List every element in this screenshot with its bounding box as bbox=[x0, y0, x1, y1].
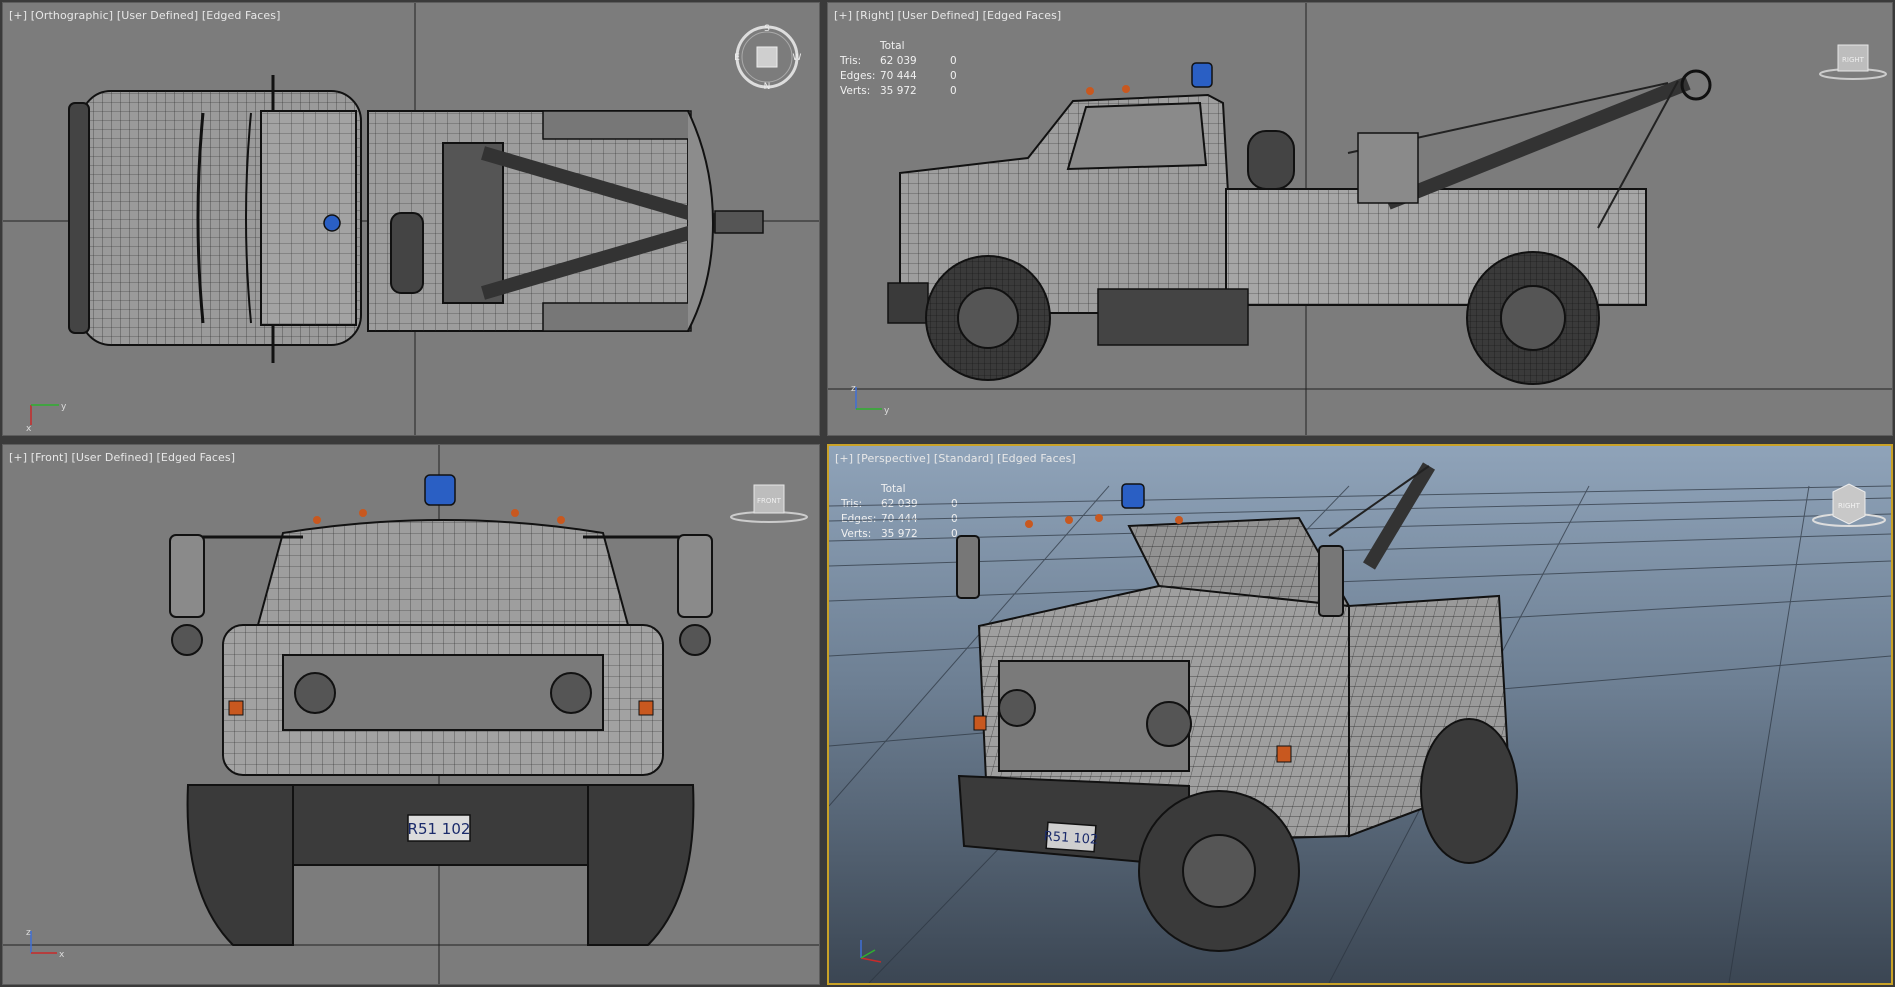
svg-text:FRONT: FRONT bbox=[757, 497, 782, 505]
truck-top-view bbox=[3, 3, 819, 435]
svg-text:z: z bbox=[851, 384, 856, 394]
svg-text:E: E bbox=[734, 53, 740, 63]
truck-front-view: R51 102 bbox=[3, 445, 819, 984]
svg-text:y: y bbox=[61, 402, 67, 412]
axis-tripod-icon: y z bbox=[848, 383, 898, 423]
viewcube-right-icon[interactable]: RIGHT bbox=[1818, 41, 1888, 85]
viewcube-perspective-icon[interactable]: RIGHT bbox=[1809, 480, 1889, 534]
license-plate-text: R51 102 bbox=[408, 820, 471, 838]
viewport-right[interactable]: [+] [Right] [User Defined] [Edged Faces]… bbox=[827, 2, 1893, 436]
viewport-front[interactable]: [+] [Front] [User Defined] [Edged Faces]… bbox=[2, 444, 820, 985]
svg-text:x: x bbox=[59, 950, 65, 960]
svg-text:RIGHT: RIGHT bbox=[1842, 56, 1865, 64]
viewcube-front-icon[interactable]: FRONT bbox=[729, 481, 809, 529]
svg-text:W: W bbox=[793, 53, 802, 63]
svg-text:x: x bbox=[26, 424, 32, 431]
viewport-perspective[interactable]: [+] [Perspective] [Standard] [Edged Face… bbox=[827, 444, 1893, 985]
svg-text:z: z bbox=[26, 928, 31, 938]
axis-tripod-icon bbox=[851, 936, 895, 974]
axis-tripod-icon: y x bbox=[23, 401, 73, 435]
svg-text:RIGHT: RIGHT bbox=[1838, 502, 1861, 510]
truck-perspective-view: R51 102 bbox=[829, 462, 1891, 983]
viewport-top[interactable]: [+] [Orthographic] [User Defined] [Edged… bbox=[2, 2, 820, 436]
truck-side-view bbox=[828, 3, 1892, 435]
svg-text:N: N bbox=[764, 82, 771, 92]
viewcube-compass-icon[interactable]: S N W E bbox=[731, 21, 803, 97]
svg-text:S: S bbox=[764, 24, 770, 34]
axis-tripod-icon: x z bbox=[23, 927, 73, 967]
svg-text:y: y bbox=[884, 406, 890, 416]
